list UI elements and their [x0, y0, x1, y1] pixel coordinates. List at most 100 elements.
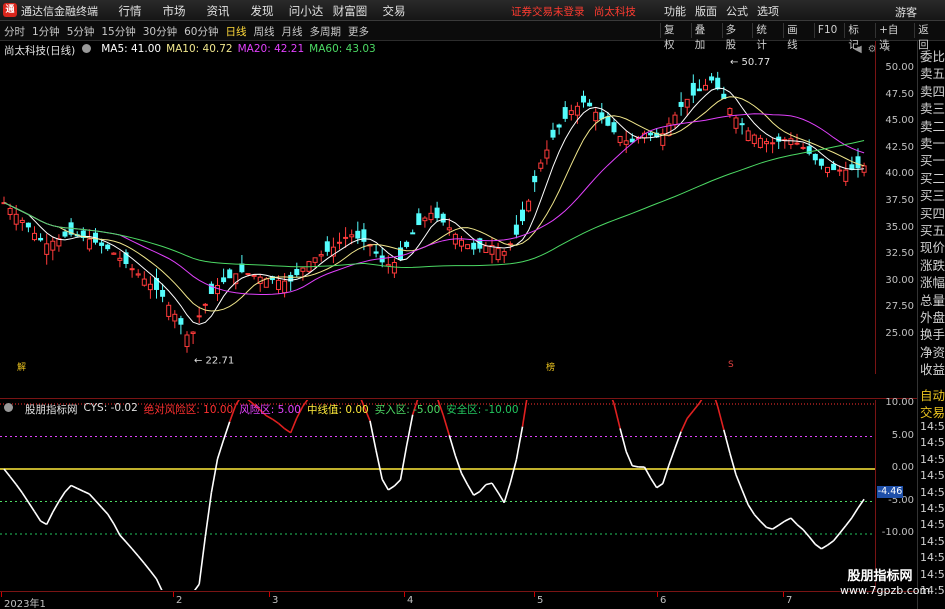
menu-item[interactable]: 交易	[376, 3, 412, 19]
cys-line-segment	[479, 484, 487, 493]
menu-item[interactable]: 行情	[112, 3, 148, 19]
period-tab[interactable]: 分时	[4, 24, 25, 39]
time-tick-label: 14:56	[920, 534, 945, 548]
candle-body	[38, 237, 44, 241]
high-price-label: ← 50.77	[730, 57, 770, 68]
cys-line-segment	[857, 498, 865, 509]
right-menu-item[interactable]: 选项	[757, 3, 779, 19]
chart-tool-button[interactable]: 统计	[752, 23, 779, 51]
chart-tool-button[interactable]: +自选	[875, 23, 910, 51]
guest-login-button[interactable]: 游客	[895, 4, 917, 20]
quote-field-label: 总量	[920, 292, 945, 308]
candle-body	[7, 207, 13, 215]
candle-body	[86, 238, 92, 250]
cys-line-segment	[784, 517, 792, 522]
cys-line-segment	[101, 506, 109, 515]
ranking-marker[interactable]: 榜	[546, 360, 555, 373]
ma10-line	[3, 96, 865, 312]
cys-line-segment	[680, 418, 688, 432]
period-tab[interactable]: 月线	[282, 24, 303, 39]
cys-line-segment	[649, 477, 658, 489]
indicator-settings-icon[interactable]	[4, 402, 19, 417]
period-tab[interactable]: 日线	[226, 24, 247, 39]
period-tab[interactable]: 15分钟	[101, 24, 135, 39]
candle-body	[501, 251, 507, 256]
chart-tool-button[interactable]: 复权	[660, 23, 687, 51]
candle-body	[428, 212, 434, 221]
chart-tool-buttons: 复权 叠加 多股 统计 画线 F10 标记 +自选 返回	[660, 23, 945, 51]
candle-body	[263, 278, 269, 288]
candle-body	[843, 169, 849, 182]
candle-body	[141, 278, 147, 286]
candle-body	[526, 200, 532, 212]
period-tab[interactable]: 多周期	[310, 24, 342, 39]
indicator-name: 股朋指标网	[25, 404, 78, 416]
candle-body	[574, 105, 580, 116]
candle-body	[251, 274, 257, 277]
chart-tool-button[interactable]: 标记	[844, 23, 871, 51]
right-menu-item[interactable]: 公式	[726, 3, 748, 19]
candle-body	[727, 108, 733, 115]
period-tab[interactable]: 周线	[254, 24, 275, 39]
candle-body	[495, 248, 501, 261]
candle-body	[434, 207, 440, 219]
collapse-icon[interactable]: ◀	[854, 44, 862, 55]
menu-item[interactable]: 资讯	[200, 3, 236, 19]
quote-field-label: 卖四	[920, 83, 945, 99]
quote-field-label: 外盘	[920, 310, 945, 325]
candlestick-chart[interactable]: ← 50.77 ← 22.71	[0, 41, 875, 374]
cys-line-segment	[442, 414, 451, 436]
candle-body	[837, 169, 843, 172]
login-warning[interactable]: 证券交易未登录 尚太科技	[511, 4, 636, 19]
period-tab[interactable]: 60分钟	[184, 24, 218, 39]
right-menu-item[interactable]: 功能	[664, 3, 686, 19]
settings-gear-icon[interactable]	[80, 43, 96, 58]
candle-body	[812, 153, 818, 161]
cys-line-segment	[729, 452, 737, 475]
period-tab[interactable]: 30分钟	[143, 24, 177, 39]
cys-indicator-chart[interactable]	[0, 400, 875, 590]
period-tab[interactable]: 5分钟	[67, 24, 95, 39]
period-tab[interactable]: 更多	[348, 24, 369, 39]
chart-tool-button[interactable]: 画线	[783, 23, 810, 51]
candle-body	[611, 122, 617, 133]
cys-line-segment	[289, 417, 298, 434]
candle-body	[184, 334, 190, 348]
price-tick-label: 25.00	[885, 328, 914, 339]
cys-line-segment	[193, 583, 200, 590]
chart-tool-button[interactable]: F10	[813, 23, 840, 38]
candles	[1, 71, 867, 353]
cys-line-segment	[88, 493, 97, 502]
candle-body	[855, 156, 861, 169]
auto-trade-label[interactable]: 交易	[920, 402, 945, 421]
candle-body	[391, 262, 397, 274]
chart-tool-button[interactable]: 返回	[914, 23, 941, 51]
cys-line-segment	[149, 570, 158, 580]
candle-body	[147, 283, 153, 291]
menu-item[interactable]: 发现	[244, 3, 280, 19]
price-tick-label: 40.00	[885, 168, 914, 180]
period-tab[interactable]: 1分钟	[32, 24, 60, 39]
time-tick-label: 14:56	[920, 452, 945, 466]
low-price-label: ← 22.71	[194, 355, 234, 366]
cys-line-segment	[271, 418, 279, 425]
stock-title: 尚太科技(日线)	[4, 45, 76, 57]
chart-tool-button[interactable]: 叠加	[690, 23, 718, 51]
s-marker[interactable]: S	[728, 360, 734, 370]
cys-line-segment	[656, 482, 664, 489]
candle-body	[111, 252, 117, 255]
cys-line-segment	[473, 490, 481, 496]
menu-item[interactable]: 财富圈	[332, 3, 368, 19]
menu-item[interactable]: 问小达	[288, 3, 324, 19]
cys-line-segment	[509, 459, 518, 484]
right-menu-item[interactable]: 版面	[695, 3, 717, 19]
cys-line-segment	[766, 526, 773, 530]
menu-item[interactable]: 市场	[156, 3, 192, 19]
price-tick-label: 47.50	[885, 88, 914, 100]
chart-tool-button[interactable]: 多股	[721, 23, 749, 51]
unlock-marker[interactable]: 解	[17, 360, 26, 373]
candle-body	[617, 135, 623, 143]
candle-body	[172, 313, 178, 322]
candle-body	[715, 77, 721, 90]
cys-line-segment	[119, 534, 127, 543]
